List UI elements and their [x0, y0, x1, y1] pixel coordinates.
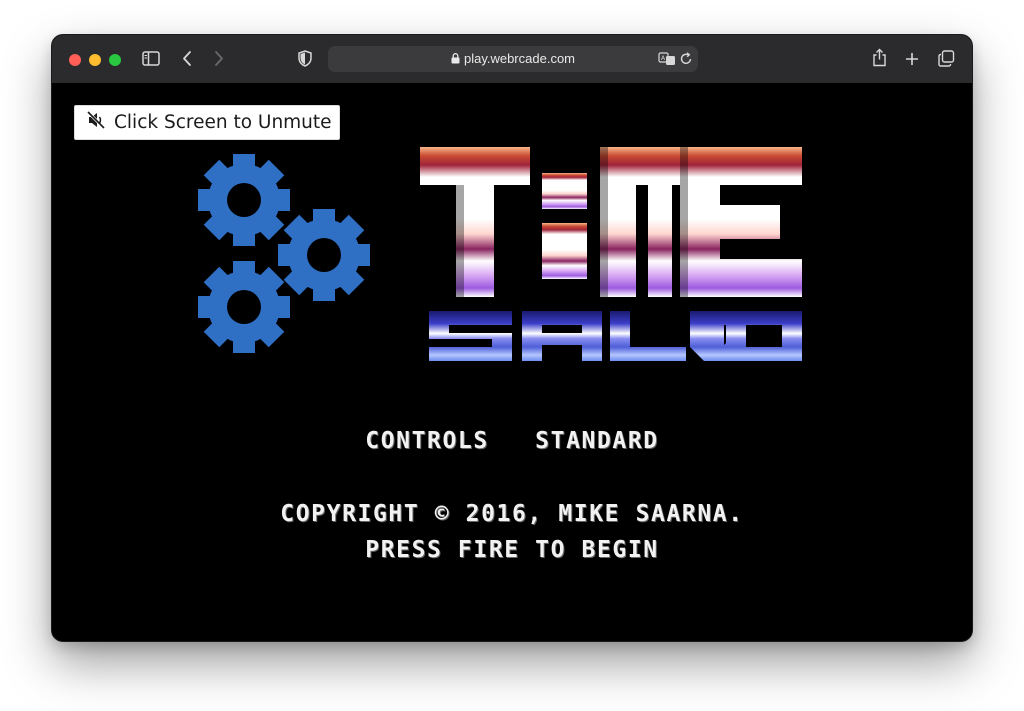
reload-icon[interactable]: [680, 51, 693, 70]
gear-icon: [278, 209, 370, 301]
logo-subtitle-salvo: [429, 311, 802, 361]
address-url: play.webrcade.com: [328, 51, 698, 66]
game-logo: [198, 147, 802, 361]
close-window-button[interactable]: [69, 54, 81, 66]
tabs-overview-icon[interactable]: [938, 50, 955, 71]
forward-icon[interactable]: [214, 50, 224, 71]
svg-text:A: A: [661, 55, 666, 62]
zoom-window-button[interactable]: [109, 54, 121, 66]
translate-icon[interactable]: A: [658, 51, 676, 70]
gear-icon: [198, 154, 290, 246]
minimize-window-button[interactable]: [89, 54, 101, 66]
logo-title-time: [420, 147, 802, 297]
browser-toolbar: play.webrcade.com A: [52, 35, 972, 84]
back-icon[interactable]: [182, 50, 192, 71]
unmute-label: Click Screen to Unmute: [114, 112, 332, 133]
url-text: play.webrcade.com: [463, 51, 576, 66]
gear-icon: [198, 261, 290, 353]
sidebar-icon[interactable]: [142, 51, 160, 70]
address-bar[interactable]: play.webrcade.com A: [328, 46, 698, 72]
lock-icon: [451, 53, 460, 64]
speaker-muted-icon: [86, 110, 106, 134]
new-tab-icon[interactable]: [905, 51, 919, 70]
share-icon[interactable]: [872, 48, 887, 71]
browser-window: play.webrcade.com A Click Screen to Unmu…: [52, 35, 972, 641]
shield-icon[interactable]: [298, 50, 312, 71]
unmute-button[interactable]: Click Screen to Unmute: [74, 105, 340, 140]
start-prompt: PRESS FIRE TO BEGIN: [365, 537, 659, 563]
game-screen[interactable]: Click Screen to Unmute CONTROLS STANDARD…: [52, 83, 972, 641]
controls-line: CONTROLS STANDARD: [365, 428, 659, 454]
copyright-line: COPYRIGHT © 2016, MIKE SAARNA.: [280, 501, 744, 527]
